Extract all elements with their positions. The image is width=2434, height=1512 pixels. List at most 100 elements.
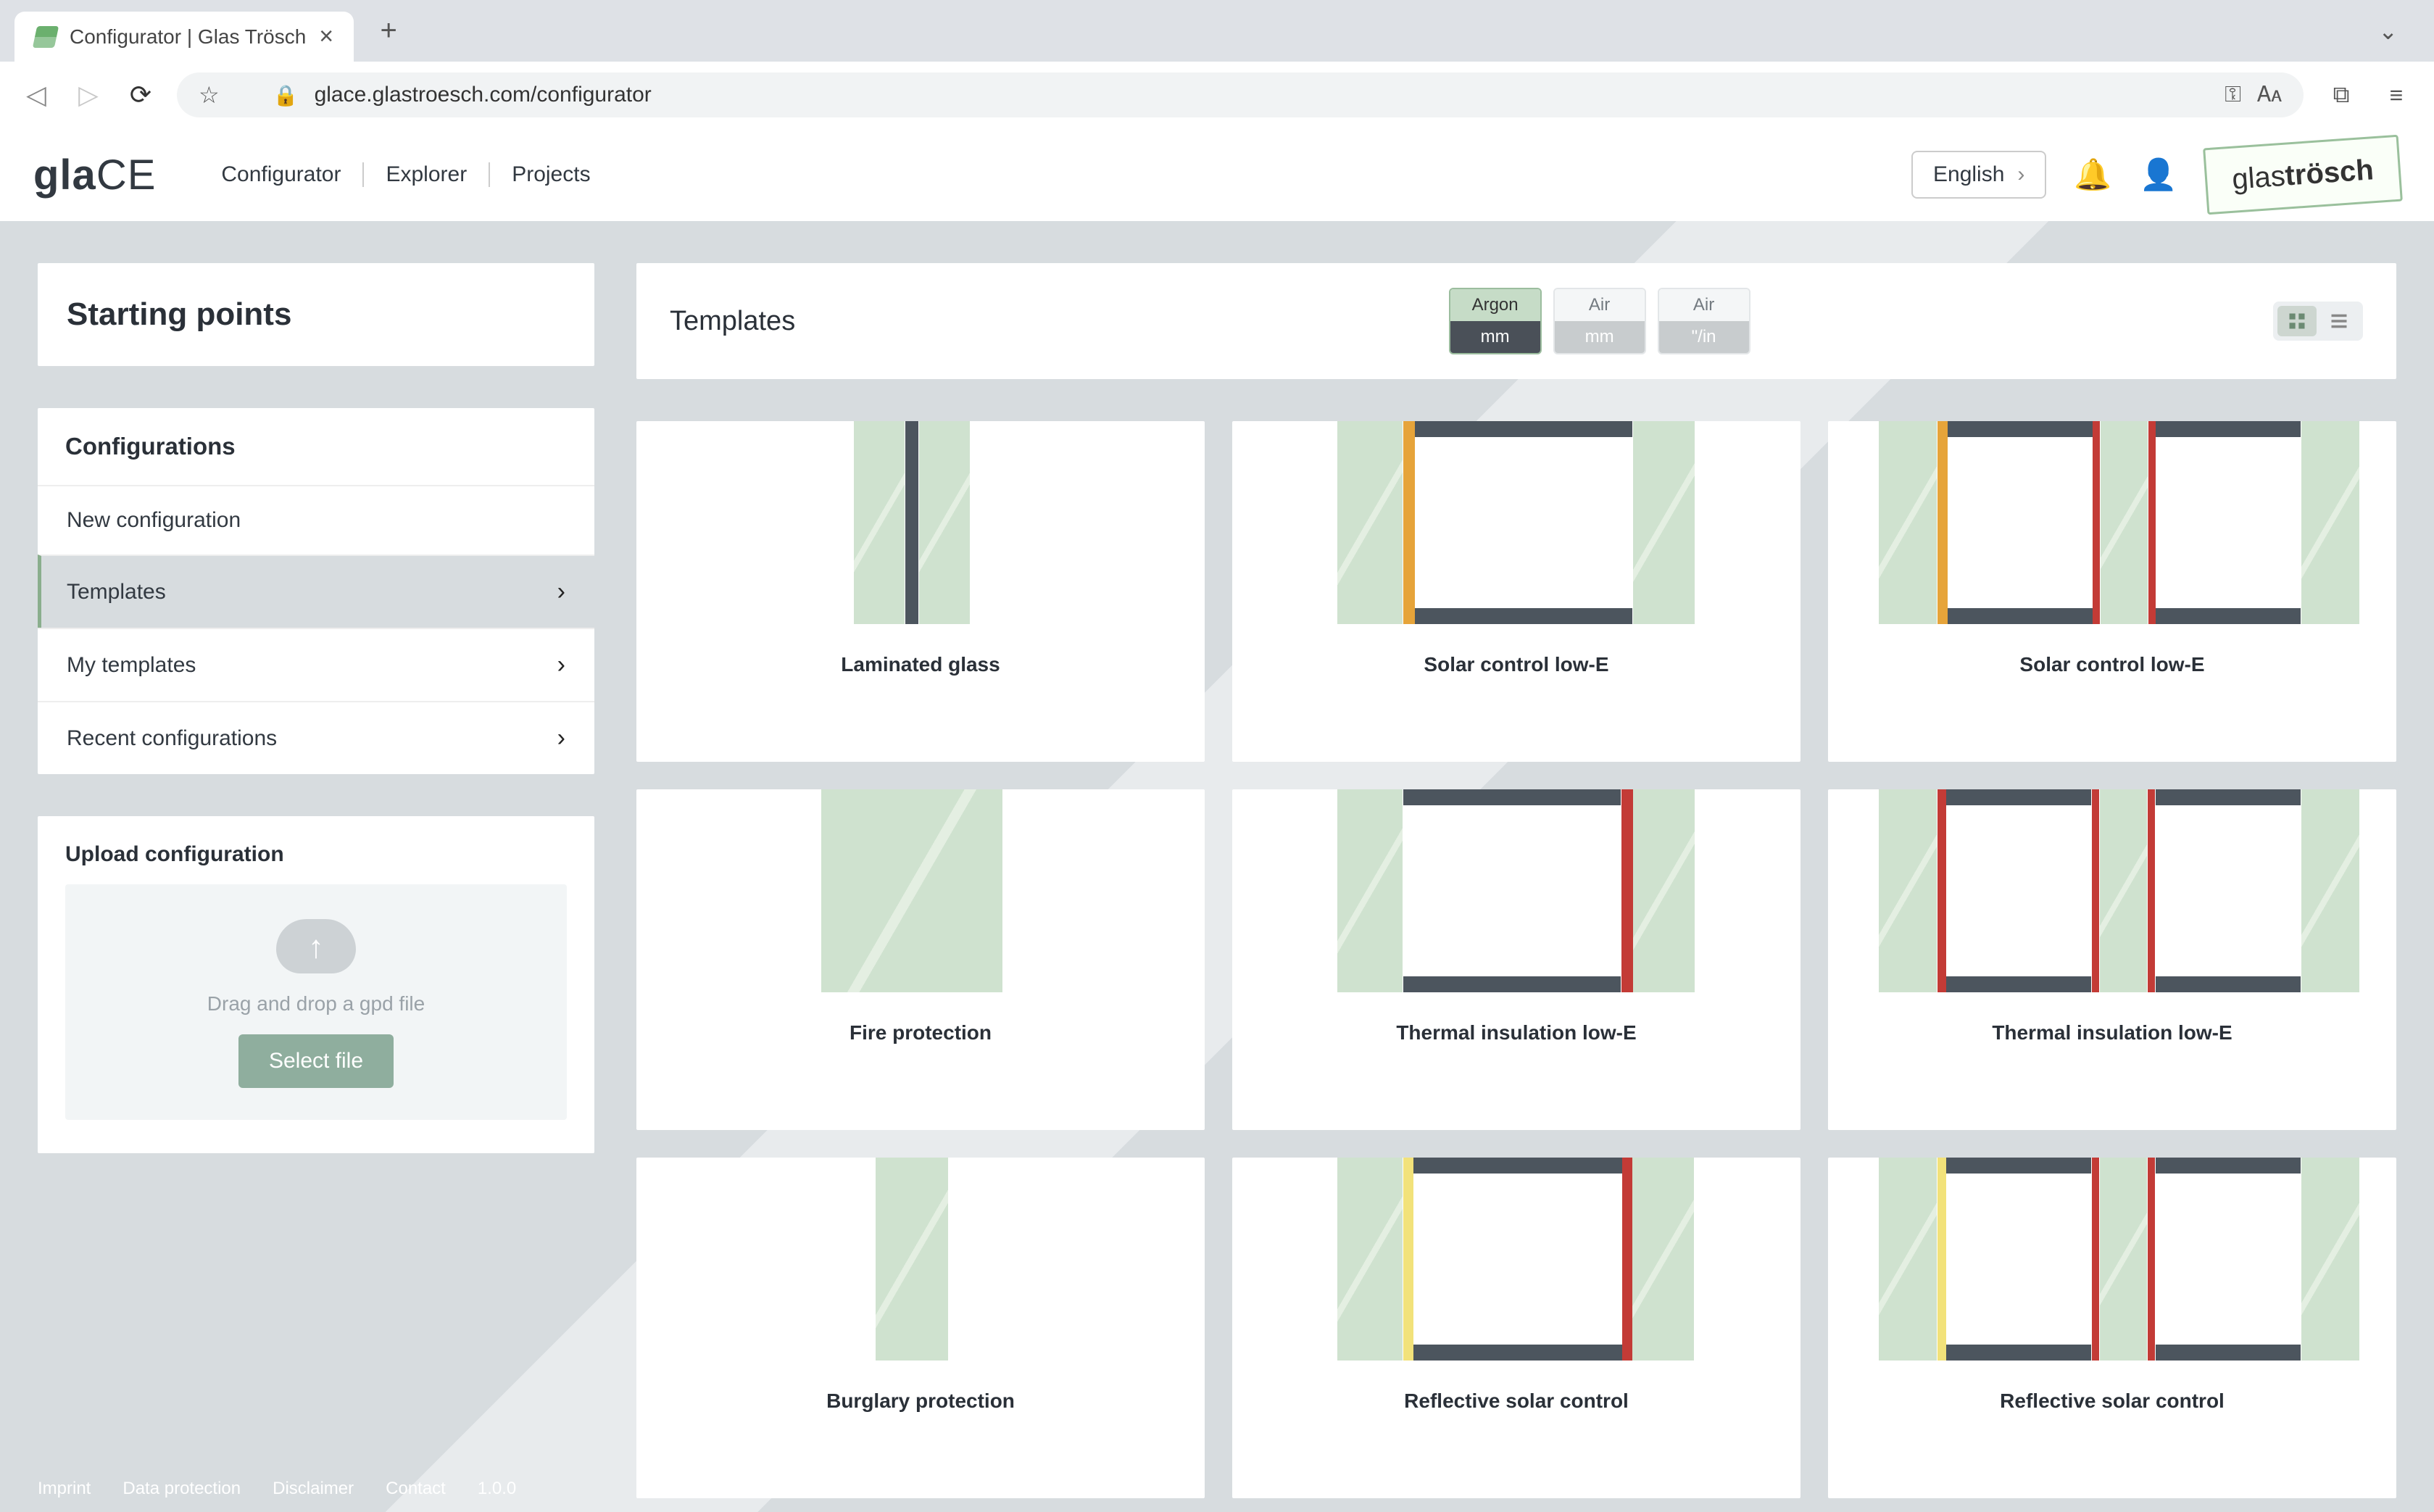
browser-tab[interactable]: Configurator | Glas Trösch × bbox=[14, 12, 354, 62]
page-body: Starting points Configurations New confi… bbox=[0, 221, 2434, 1512]
sidebar-item-label: Recent configurations bbox=[67, 726, 277, 751]
seg-bot: "/in bbox=[1659, 321, 1749, 353]
seg-argon-mm[interactable]: Argon mm bbox=[1449, 288, 1542, 354]
main-panel: Templates Argon mm Air mm Air "/in bbox=[636, 263, 2396, 1512]
browser-chrome: Configurator | Glas Trösch × + ⌄ ◁ ▷ ⟳ ☆… bbox=[0, 0, 2434, 128]
chevron-right-icon: › bbox=[2017, 162, 2024, 187]
template-viz bbox=[636, 1158, 1205, 1361]
logo-light: glas bbox=[2231, 159, 2286, 196]
cloud-upload-icon bbox=[276, 919, 356, 973]
sidebar-item-my-templates[interactable]: My templates › bbox=[38, 628, 594, 701]
app-header: glaCE Configurator Explorer Projects Eng… bbox=[0, 128, 2434, 221]
template-label: Thermal insulation low-E bbox=[1396, 1021, 1636, 1044]
templates-grid: Laminated glass Solar control low-E bbox=[636, 421, 2396, 1498]
sidebar-item-new-configuration[interactable]: New configuration bbox=[38, 485, 594, 554]
template-viz bbox=[636, 789, 1205, 992]
brand-bold: gla bbox=[33, 151, 96, 199]
seg-air-in[interactable]: Air "/in bbox=[1658, 288, 1750, 354]
browser-menu-icon[interactable]: ≡ bbox=[2379, 82, 2414, 109]
seg-top: Argon bbox=[1450, 289, 1540, 321]
forward-button[interactable]: ▷ bbox=[72, 80, 104, 110]
footer: Imprint Data protection Disclaimer Conta… bbox=[38, 1479, 516, 1499]
address-bar-row: ◁ ▷ ⟳ ☆ 🔒 glace.glastroesch.com/configur… bbox=[0, 62, 2434, 128]
reload-button[interactable]: ⟳ bbox=[125, 80, 157, 110]
template-viz bbox=[1828, 421, 2396, 624]
app-brand[interactable]: glaCE bbox=[33, 151, 156, 199]
brand-light: CE bbox=[96, 151, 157, 199]
seg-top: Air bbox=[1659, 289, 1749, 321]
view-toggle bbox=[2273, 302, 2363, 341]
translate-icon[interactable]: 🗛 bbox=[2257, 83, 2282, 107]
main-nav: Configurator Explorer Projects bbox=[199, 162, 612, 187]
configurations-card: Configurations New configuration Templat… bbox=[38, 408, 594, 774]
back-button[interactable]: ◁ bbox=[20, 80, 52, 110]
user-icon[interactable]: 👤 bbox=[2140, 157, 2177, 193]
tab-title: Configurator | Glas Trösch bbox=[70, 25, 306, 49]
template-viz bbox=[1828, 789, 2396, 992]
footer-disclaimer[interactable]: Disclaimer bbox=[273, 1479, 354, 1499]
template-card[interactable]: Burglary protection bbox=[636, 1158, 1205, 1498]
section-title: Templates bbox=[670, 306, 795, 337]
company-logo[interactable]: glaströsch bbox=[2203, 135, 2403, 215]
sidebar-item-label: Templates bbox=[67, 580, 166, 605]
template-card[interactable]: Thermal insulation low-E bbox=[1232, 789, 1800, 1130]
favicon-icon bbox=[33, 26, 59, 48]
bookmark-icon[interactable]: ☆ bbox=[199, 81, 220, 109]
template-label: Reflective solar control bbox=[2000, 1390, 2225, 1413]
upload-dropzone[interactable]: Drag and drop a gpd file Select file bbox=[65, 884, 567, 1120]
language-selector[interactable]: English › bbox=[1911, 151, 2046, 199]
sidebar-item-recent-configurations[interactable]: Recent configurations › bbox=[38, 701, 594, 774]
template-label: Laminated glass bbox=[841, 653, 1000, 676]
footer-version: 1.0.0 bbox=[478, 1479, 516, 1499]
grid-view-button[interactable] bbox=[2277, 306, 2317, 336]
footer-imprint[interactable]: Imprint bbox=[38, 1479, 91, 1499]
select-file-button[interactable]: Select file bbox=[238, 1034, 394, 1088]
key-icon[interactable]: ⚿ bbox=[2225, 83, 2241, 107]
template-card[interactable]: Fire protection bbox=[636, 789, 1205, 1130]
upload-card: Upload configuration Drag and drop a gpd… bbox=[38, 816, 594, 1153]
close-tab-icon[interactable]: × bbox=[319, 22, 333, 51]
starting-points-card: Starting points bbox=[38, 263, 594, 366]
new-tab-button[interactable]: + bbox=[367, 14, 410, 47]
language-label: English bbox=[1933, 162, 2004, 187]
template-card[interactable]: Thermal insulation low-E bbox=[1828, 789, 2396, 1130]
seg-top: Air bbox=[1555, 289, 1645, 321]
sidebar-item-label: New configuration bbox=[67, 508, 241, 533]
footer-contact[interactable]: Contact bbox=[386, 1479, 446, 1499]
template-card[interactable]: Solar control low-E bbox=[1232, 421, 1800, 762]
chevron-right-icon: › bbox=[557, 724, 565, 752]
logo-bold: trösch bbox=[2284, 154, 2375, 192]
footer-data-protection[interactable]: Data protection bbox=[122, 1479, 241, 1499]
sidebar: Starting points Configurations New confi… bbox=[38, 263, 594, 1512]
url-text: glace.glastroesch.com/configurator bbox=[315, 83, 2209, 107]
template-label: Solar control low-E bbox=[1424, 653, 1608, 676]
seg-bot: mm bbox=[1555, 321, 1645, 353]
address-bar[interactable]: ☆ 🔒 glace.glastroesch.com/configurator ⚿… bbox=[177, 72, 2304, 117]
template-label: Fire protection bbox=[850, 1021, 992, 1044]
nav-projects[interactable]: Projects bbox=[490, 162, 612, 187]
template-card[interactable]: Reflective solar control bbox=[1828, 1158, 2396, 1498]
install-icon[interactable]: ⧉ bbox=[2324, 81, 2359, 109]
notifications-icon[interactable]: 🔔 bbox=[2074, 157, 2111, 193]
seg-bot: mm bbox=[1450, 321, 1540, 353]
seg-air-mm[interactable]: Air mm bbox=[1553, 288, 1646, 354]
chevron-right-icon: › bbox=[557, 651, 565, 679]
sidebar-item-templates[interactable]: Templates › bbox=[38, 554, 594, 628]
list-view-button[interactable] bbox=[2319, 306, 2359, 336]
template-card[interactable]: Laminated glass bbox=[636, 421, 1205, 762]
template-viz bbox=[1232, 421, 1800, 624]
configurations-title: Configurations bbox=[38, 408, 594, 485]
nav-configurator[interactable]: Configurator bbox=[199, 162, 364, 187]
upload-title: Upload configuration bbox=[65, 842, 567, 867]
tab-list-chevron-icon[interactable]: ⌄ bbox=[2378, 17, 2420, 45]
template-label: Reflective solar control bbox=[1404, 1390, 1629, 1413]
template-card[interactable]: Solar control low-E bbox=[1828, 421, 2396, 762]
template-card[interactable]: Reflective solar control bbox=[1232, 1158, 1800, 1498]
template-label: Solar control low-E bbox=[2019, 653, 2204, 676]
template-viz bbox=[1232, 1158, 1800, 1361]
starting-points-title: Starting points bbox=[38, 263, 594, 366]
nav-explorer[interactable]: Explorer bbox=[364, 162, 490, 187]
templates-toolbar: Templates Argon mm Air mm Air "/in bbox=[636, 263, 2396, 379]
drop-text: Drag and drop a gpd file bbox=[207, 992, 425, 1015]
template-viz bbox=[1232, 789, 1800, 992]
